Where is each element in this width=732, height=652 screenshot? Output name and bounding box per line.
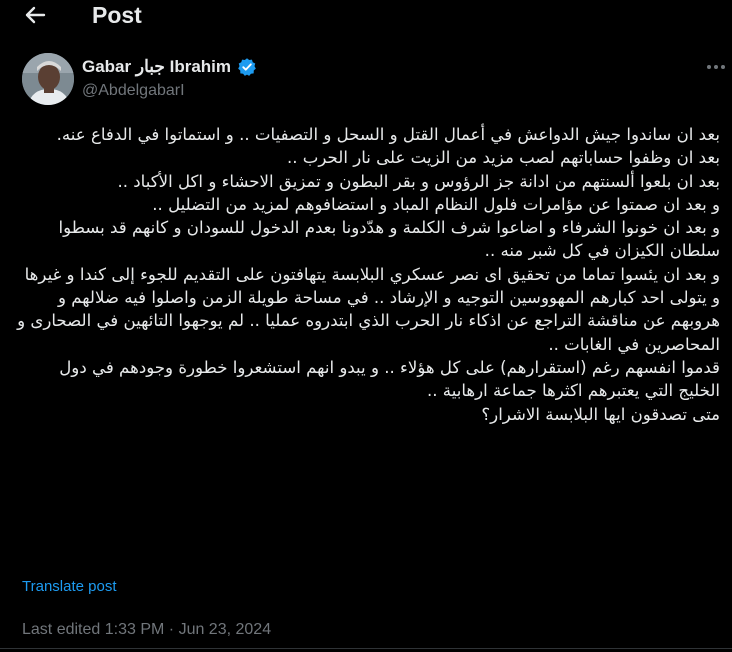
- post-line: قدموا انفسهم رغم (استقرارهم) على كل هؤلا…: [59, 357, 720, 401]
- post-line: بعد ان ساندوا جيش الدواعش في أعمال القتل…: [56, 125, 720, 144]
- author-name[interactable]: Gabar جبار Ibrahim: [82, 56, 257, 78]
- more-options-button[interactable]: [704, 56, 728, 78]
- translate-post-link[interactable]: Translate post: [22, 577, 117, 597]
- more-horizontal-icon: [707, 65, 725, 69]
- back-button[interactable]: [18, 0, 52, 30]
- post-line: بعد ان بلعوا ألسنتهم من ادانة جز الرؤوس …: [117, 171, 720, 191]
- post-line: و بعد ان يئسوا تماما من تحقيق اى نصر عسك…: [17, 264, 720, 354]
- edited-timestamp: Last edited 1:33 PM · Jun 23, 2024: [22, 619, 271, 641]
- avatar-photo: [22, 53, 74, 105]
- edited-date[interactable]: Jun 23, 2024: [179, 621, 272, 638]
- post-line: متى تصدقون ايها البلابسة الاشرار؟: [481, 404, 720, 424]
- edited-separator: ·: [168, 621, 175, 638]
- arrow-left-icon: [25, 6, 46, 24]
- post-line: و بعد ان خونوا الشرفاء و اضاعوا شرف الكل…: [58, 218, 720, 261]
- post-line: بعد ان وظفوا حساباتهم لصب مزيد من الزيت …: [286, 148, 720, 168]
- edited-time[interactable]: 1:33 PM: [105, 621, 165, 638]
- avatar[interactable]: [22, 53, 74, 105]
- page-title: Post: [92, 2, 142, 28]
- edited-label[interactable]: Last edited: [22, 621, 100, 638]
- author-handle[interactable]: @AbdelgabarI: [82, 81, 185, 101]
- author-name-text[interactable]: Gabar جبار Ibrahim: [82, 56, 231, 78]
- post-text: بعد ان ساندوا جيش الدواعش في أعمال القتل…: [14, 123, 720, 426]
- post-header: Post: [0, 0, 732, 32]
- post-line: و بعد ان صمتوا عن مؤامرات فلول النظام ال…: [152, 194, 720, 214]
- divider: [0, 648, 732, 649]
- verified-badge-icon[interactable]: [237, 57, 257, 77]
